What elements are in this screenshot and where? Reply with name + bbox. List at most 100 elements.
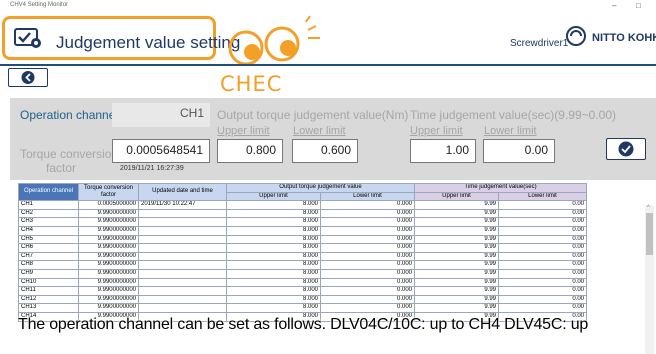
time-lower-field[interactable]: 0.00 xyxy=(483,139,555,163)
cell-time-upper: 9.99 xyxy=(414,208,499,219)
torque-conversion-label-2: factor xyxy=(46,161,77,175)
torque-conversion-field[interactable]: 0.0005648541 xyxy=(112,139,210,163)
header-operation-channel: Operation channel xyxy=(18,182,79,202)
cell-torque-lower: 0.000 xyxy=(320,294,415,305)
header-torque-conversion: Torque conversion factor xyxy=(78,182,139,202)
chevron-left-icon xyxy=(21,71,35,84)
screwdriver-label: Screwdriver1 xyxy=(510,38,569,49)
app-title: CHV4 Setting Monitor xyxy=(10,2,69,8)
cell-torque-upper: 8.000 xyxy=(226,303,321,313)
cell-time-upper: 9.99 xyxy=(414,286,499,296)
cell-torque-lower: 0.000 xyxy=(320,251,415,262)
cell-time-lower: 0.00 xyxy=(498,234,587,245)
table-row[interactable]: CH5 9.9900000000 8.000 0.000 9.99 0.00 xyxy=(18,234,587,245)
cell-torque-upper: 8.000 xyxy=(226,277,321,288)
torque-lower-field[interactable]: 0.600 xyxy=(292,139,358,163)
cell-torque-lower: 0.000 xyxy=(320,234,415,245)
table-row[interactable]: CH2 9.9900000000 8.000 0.000 9.99 0.00 xyxy=(18,208,587,219)
chec-watermark: CHEC xyxy=(220,72,283,96)
cell-torque-conversion: 9.9900000000 xyxy=(78,268,139,279)
table-row[interactable]: CH4 9.9900000000 8.000 0.000 9.99 0.00 xyxy=(18,225,587,236)
cell-torque-lower: 0.000 xyxy=(320,243,415,253)
cell-torque-conversion: 9.9900000000 xyxy=(78,243,139,253)
cell-updated xyxy=(138,217,227,227)
table-row[interactable]: CH11 9.9900000000 8.000 0.000 9.99 0.00 xyxy=(18,286,587,296)
channel-table: Operation channel Torque conversion fact… xyxy=(18,182,587,322)
cell-torque-conversion: 9.9900000000 xyxy=(78,286,139,296)
cell-torque-lower: 0.000 xyxy=(320,217,415,227)
scrollbar-thumb[interactable] xyxy=(646,213,653,255)
time-judgement-label: Time judgement value(sec)(9.99~0.00) xyxy=(410,108,616,122)
check-icon xyxy=(618,141,634,157)
header-time-judgement: Time judgement value(sec) xyxy=(414,183,587,193)
operation-channel-field[interactable]: CH1 xyxy=(112,103,210,127)
header-time-lower: Lower limit xyxy=(498,191,587,202)
table-row[interactable]: CH8 9.9900000000 8.000 0.000 9.99 0.00 xyxy=(18,260,587,270)
company-logo-text: NITTO KOHKI xyxy=(592,32,656,44)
cell-time-upper: 9.99 xyxy=(414,303,499,313)
cell-time-upper: 9.99 xyxy=(414,294,499,305)
cell-updated xyxy=(138,251,227,262)
cell-time-lower: 0.00 xyxy=(498,217,587,227)
cell-time-lower: 0.00 xyxy=(498,243,587,253)
table-row[interactable]: CH10 9.9900000000 8.000 0.000 9.99 0.00 xyxy=(18,277,587,288)
back-button[interactable] xyxy=(8,68,48,87)
table-row[interactable]: CH9 9.9900000000 8.000 0.000 9.99 0.00 xyxy=(18,268,587,279)
cell-time-lower: 0.00 xyxy=(498,286,587,296)
cell-torque-upper: 8.000 xyxy=(226,200,321,210)
table-row[interactable]: CH12 9.9900000000 8.000 0.000 9.99 0.00 xyxy=(18,294,587,305)
table-row[interactable]: CH6 9.9900000000 8.000 0.000 9.99 0.00 xyxy=(18,243,587,253)
cell-channel: CH12 xyxy=(18,294,79,305)
cell-torque-conversion: 0.0005000000 xyxy=(78,200,139,210)
header-time-upper: Upper limit xyxy=(414,191,499,202)
operation-channel-label: Operation channel xyxy=(20,108,119,122)
cell-torque-lower: 0.000 xyxy=(320,277,415,288)
cell-channel: CH3 xyxy=(18,217,79,227)
torque-conversion-timestamp: 2019/11/21 16:27:39 xyxy=(120,165,184,172)
cell-channel: CH6 xyxy=(18,243,79,253)
confirm-button[interactable] xyxy=(606,138,646,160)
cell-updated xyxy=(138,294,227,305)
cell-time-upper: 9.99 xyxy=(414,225,499,236)
cell-channel: CH10 xyxy=(18,277,79,288)
cell-torque-upper: 8.000 xyxy=(226,225,321,236)
maximize-button[interactable]: □ xyxy=(636,1,641,10)
time-lower-label: Lower limit xyxy=(484,125,537,137)
cell-torque-conversion: 9.9900000000 xyxy=(78,277,139,288)
torque-upper-field[interactable]: 0.800 xyxy=(217,139,283,163)
cell-torque-upper: 8.000 xyxy=(226,234,321,245)
cell-updated xyxy=(138,225,227,236)
cell-time-upper: 9.99 xyxy=(414,251,499,262)
table-row[interactable]: CH3 9.9900000000 8.000 0.000 9.99 0.00 xyxy=(18,217,587,227)
cell-time-upper: 9.99 xyxy=(414,260,499,270)
cell-updated xyxy=(138,277,227,288)
torque-lower-label: Lower limit xyxy=(293,125,346,137)
cell-channel: CH8 xyxy=(18,260,79,270)
time-upper-label: Upper limit xyxy=(410,125,463,137)
cell-torque-upper: 8.000 xyxy=(226,243,321,253)
table-row[interactable]: CH7 9.9900000000 8.000 0.000 9.99 0.00 xyxy=(18,251,587,262)
minimize-button[interactable]: – xyxy=(612,1,616,10)
caption-overlay: The operation channel can be set as foll… xyxy=(18,316,589,333)
table-row[interactable]: CH13 9.9900000000 8.000 0.000 9.99 0.00 xyxy=(18,303,587,313)
cell-torque-conversion: 9.9900000000 xyxy=(78,208,139,219)
cell-updated xyxy=(138,243,227,253)
cell-channel: CH11 xyxy=(18,286,79,296)
cell-torque-lower: 0.000 xyxy=(320,225,415,236)
cell-torque-conversion: 9.9900000000 xyxy=(78,234,139,245)
header-torque-lower: Lower limit xyxy=(320,191,415,202)
table-row[interactable]: CH1 0.0005000000 2019/11/30 10:22:47 8.000 0… xyxy=(18,200,587,210)
cell-channel: CH1 xyxy=(18,200,79,210)
cell-time-upper: 9.99 xyxy=(414,243,499,253)
cell-torque-upper: 8.000 xyxy=(226,294,321,305)
cell-time-upper: 9.99 xyxy=(414,200,499,210)
cell-channel: CH13 xyxy=(18,303,79,313)
scroll-up-icon[interactable]: ^ xyxy=(647,205,650,211)
cell-torque-upper: 8.000 xyxy=(226,268,321,279)
time-upper-field[interactable]: 1.00 xyxy=(410,139,476,163)
cell-channel: CH2 xyxy=(18,208,79,219)
cell-time-upper: 9.99 xyxy=(414,268,499,279)
cell-torque-conversion: 9.9900000000 xyxy=(78,294,139,305)
cell-updated xyxy=(138,208,227,219)
eyes-graphic xyxy=(228,15,320,66)
